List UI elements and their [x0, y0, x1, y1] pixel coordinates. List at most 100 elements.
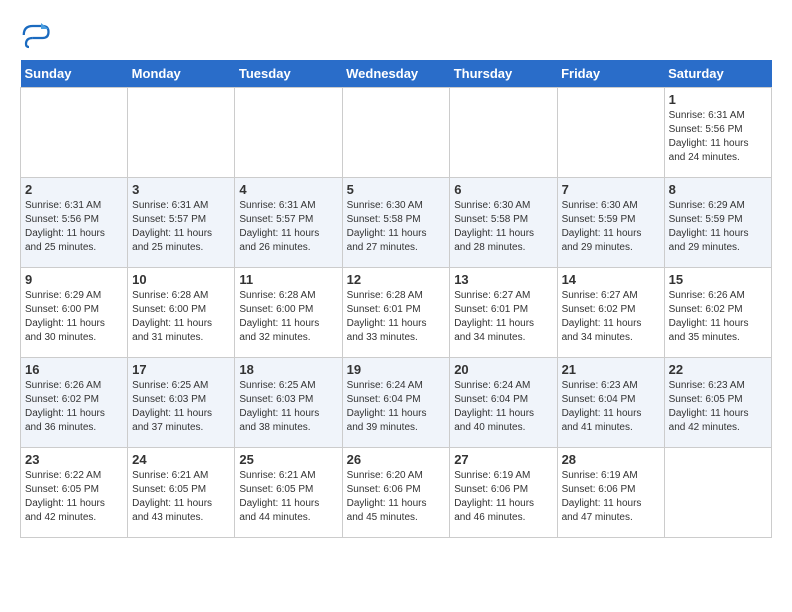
calendar-cell [557, 88, 664, 178]
day-info: Sunrise: 6:24 AM Sunset: 6:04 PM Dayligh… [454, 379, 552, 435]
day-number: 13 [454, 272, 552, 287]
day-info: Sunrise: 6:25 AM Sunset: 6:03 PM Dayligh… [239, 379, 337, 435]
day-number: 25 [239, 452, 337, 467]
day-info: Sunrise: 6:22 AM Sunset: 6:05 PM Dayligh… [25, 469, 123, 525]
calendar-cell: 12 Sunrise: 6:28 AM Sunset: 6:01 PM Dayli… [342, 268, 450, 358]
day-number: 27 [454, 452, 552, 467]
day-info: Sunrise: 6:30 AM Sunset: 5:58 PM Dayligh… [454, 199, 552, 255]
day-info: Sunrise: 6:27 AM Sunset: 6:01 PM Dayligh… [454, 289, 552, 345]
day-info: Sunrise: 6:31 AM Sunset: 5:57 PM Dayligh… [239, 199, 337, 255]
logo [20, 20, 54, 50]
calendar-cell: 1 Sunrise: 6:31 AM Sunset: 5:56 PM Daylig… [664, 88, 771, 178]
day-number: 11 [239, 272, 337, 287]
calendar-cell: 8Sunrise: 6:29 AM Sunset: 5:59 PM Daylig… [664, 178, 771, 268]
calendar-cell [342, 88, 450, 178]
day-number: 4 [239, 182, 337, 197]
day-number: 5 [347, 182, 446, 197]
calendar-cell: 10Sunrise: 6:28 AM Sunset: 6:00 PM Dayli… [128, 268, 235, 358]
calendar-cell: 25 Sunrise: 6:21 AM Sunset: 6:05 PM Dayli… [235, 448, 342, 538]
day-number: 23 [25, 452, 123, 467]
day-info: Sunrise: 6:31 AM Sunset: 5:57 PM Dayligh… [132, 199, 230, 255]
day-info: Sunrise: 6:24 AM Sunset: 6:04 PM Dayligh… [347, 379, 446, 435]
calendar-week-row: 1 Sunrise: 6:31 AM Sunset: 5:56 PM Daylig… [21, 88, 772, 178]
day-number: 28 [562, 452, 660, 467]
calendar-week-row: 23 Sunrise: 6:22 AM Sunset: 6:05 PM Dayli… [21, 448, 772, 538]
day-info: Sunrise: 6:29 AM Sunset: 5:59 PM Dayligh… [669, 199, 767, 255]
calendar-week-row: 2 Sunrise: 6:31 AM Sunset: 5:56 PM Daylig… [21, 178, 772, 268]
calendar-cell: 19 Sunrise: 6:24 AM Sunset: 6:04 PM Dayli… [342, 358, 450, 448]
day-number: 1 [669, 92, 767, 107]
calendar-cell: 13 Sunrise: 6:27 AM Sunset: 6:01 PM Dayli… [450, 268, 557, 358]
calendar-cell: 4 Sunrise: 6:31 AM Sunset: 5:57 PM Daylig… [235, 178, 342, 268]
logo-icon [20, 20, 50, 50]
day-number: 19 [347, 362, 446, 377]
day-number: 15 [669, 272, 767, 287]
day-number: 14 [562, 272, 660, 287]
day-info: Sunrise: 6:26 AM Sunset: 6:02 PM Dayligh… [25, 379, 123, 435]
calendar-cell: 20 Sunrise: 6:24 AM Sunset: 6:04 PM Dayli… [450, 358, 557, 448]
col-header-tuesday: Tuesday [235, 60, 342, 88]
calendar-cell: 3 Sunrise: 6:31 AM Sunset: 5:57 PM Daylig… [128, 178, 235, 268]
calendar-cell: 14 Sunrise: 6:27 AM Sunset: 6:02 PM Dayli… [557, 268, 664, 358]
day-info: Sunrise: 6:28 AM Sunset: 6:01 PM Dayligh… [347, 289, 446, 345]
calendar-cell: 18 Sunrise: 6:25 AM Sunset: 6:03 PM Dayli… [235, 358, 342, 448]
calendar-cell: 16 Sunrise: 6:26 AM Sunset: 6:02 PM Dayli… [21, 358, 128, 448]
calendar-cell: 9 Sunrise: 6:29 AM Sunset: 6:00 PM Daylig… [21, 268, 128, 358]
calendar-cell: 21 Sunrise: 6:23 AM Sunset: 6:04 PM Dayli… [557, 358, 664, 448]
day-info: Sunrise: 6:31 AM Sunset: 5:56 PM Dayligh… [25, 199, 123, 255]
day-info: Sunrise: 6:28 AM Sunset: 6:00 PM Dayligh… [239, 289, 337, 345]
col-header-saturday: Saturday [664, 60, 771, 88]
calendar-cell: 23 Sunrise: 6:22 AM Sunset: 6:05 PM Dayli… [21, 448, 128, 538]
calendar-cell: 2 Sunrise: 6:31 AM Sunset: 5:56 PM Daylig… [21, 178, 128, 268]
calendar-cell: 6 Sunrise: 6:30 AM Sunset: 5:58 PM Daylig… [450, 178, 557, 268]
day-info: Sunrise: 6:31 AM Sunset: 5:56 PM Dayligh… [669, 109, 767, 165]
day-number: 26 [347, 452, 446, 467]
calendar-cell [235, 88, 342, 178]
page-header [20, 20, 772, 50]
calendar-cell: 26 Sunrise: 6:20 AM Sunset: 6:06 PM Dayli… [342, 448, 450, 538]
calendar-cell: 15 Sunrise: 6:26 AM Sunset: 6:02 PM Dayli… [664, 268, 771, 358]
day-number: 6 [454, 182, 552, 197]
calendar-cell: 17 Sunrise: 6:25 AM Sunset: 6:03 PM Dayli… [128, 358, 235, 448]
day-info: Sunrise: 6:25 AM Sunset: 6:03 PM Dayligh… [132, 379, 230, 435]
calendar-table: SundayMondayTuesdayWednesdayThursdayFrid… [20, 60, 772, 538]
day-info: Sunrise: 6:20 AM Sunset: 6:06 PM Dayligh… [347, 469, 446, 525]
col-header-thursday: Thursday [450, 60, 557, 88]
calendar-cell: 11 Sunrise: 6:28 AM Sunset: 6:00 PM Dayli… [235, 268, 342, 358]
day-info: Sunrise: 6:30 AM Sunset: 5:58 PM Dayligh… [347, 199, 446, 255]
day-number: 17 [132, 362, 230, 377]
day-info: Sunrise: 6:21 AM Sunset: 6:05 PM Dayligh… [132, 469, 230, 525]
day-number: 3 [132, 182, 230, 197]
calendar-cell [21, 88, 128, 178]
day-info: Sunrise: 6:23 AM Sunset: 6:04 PM Dayligh… [562, 379, 660, 435]
day-info: Sunrise: 6:30 AM Sunset: 5:59 PM Dayligh… [562, 199, 660, 255]
day-info: Sunrise: 6:19 AM Sunset: 6:06 PM Dayligh… [562, 469, 660, 525]
day-info: Sunrise: 6:19 AM Sunset: 6:06 PM Dayligh… [454, 469, 552, 525]
day-info: Sunrise: 6:26 AM Sunset: 6:02 PM Dayligh… [669, 289, 767, 345]
day-number: 22 [669, 362, 767, 377]
day-number: 2 [25, 182, 123, 197]
day-number: 16 [25, 362, 123, 377]
day-number: 24 [132, 452, 230, 467]
col-header-sunday: Sunday [21, 60, 128, 88]
col-header-wednesday: Wednesday [342, 60, 450, 88]
day-info: Sunrise: 6:23 AM Sunset: 6:05 PM Dayligh… [669, 379, 767, 435]
calendar-cell: 27 Sunrise: 6:19 AM Sunset: 6:06 PM Dayli… [450, 448, 557, 538]
day-info: Sunrise: 6:21 AM Sunset: 6:05 PM Dayligh… [239, 469, 337, 525]
calendar-header-row: SundayMondayTuesdayWednesdayThursdayFrid… [21, 60, 772, 88]
day-number: 12 [347, 272, 446, 287]
day-info: Sunrise: 6:29 AM Sunset: 6:00 PM Dayligh… [25, 289, 123, 345]
calendar-cell: 24 Sunrise: 6:21 AM Sunset: 6:05 PM Dayli… [128, 448, 235, 538]
calendar-cell: 7Sunrise: 6:30 AM Sunset: 5:59 PM Daylig… [557, 178, 664, 268]
day-number: 9 [25, 272, 123, 287]
day-number: 10 [132, 272, 230, 287]
calendar-cell [128, 88, 235, 178]
day-number: 20 [454, 362, 552, 377]
day-info: Sunrise: 6:27 AM Sunset: 6:02 PM Dayligh… [562, 289, 660, 345]
day-number: 21 [562, 362, 660, 377]
calendar-week-row: 16 Sunrise: 6:26 AM Sunset: 6:02 PM Dayli… [21, 358, 772, 448]
day-number: 18 [239, 362, 337, 377]
calendar-cell: 22 Sunrise: 6:23 AM Sunset: 6:05 PM Dayli… [664, 358, 771, 448]
calendar-cell [664, 448, 771, 538]
col-header-friday: Friday [557, 60, 664, 88]
